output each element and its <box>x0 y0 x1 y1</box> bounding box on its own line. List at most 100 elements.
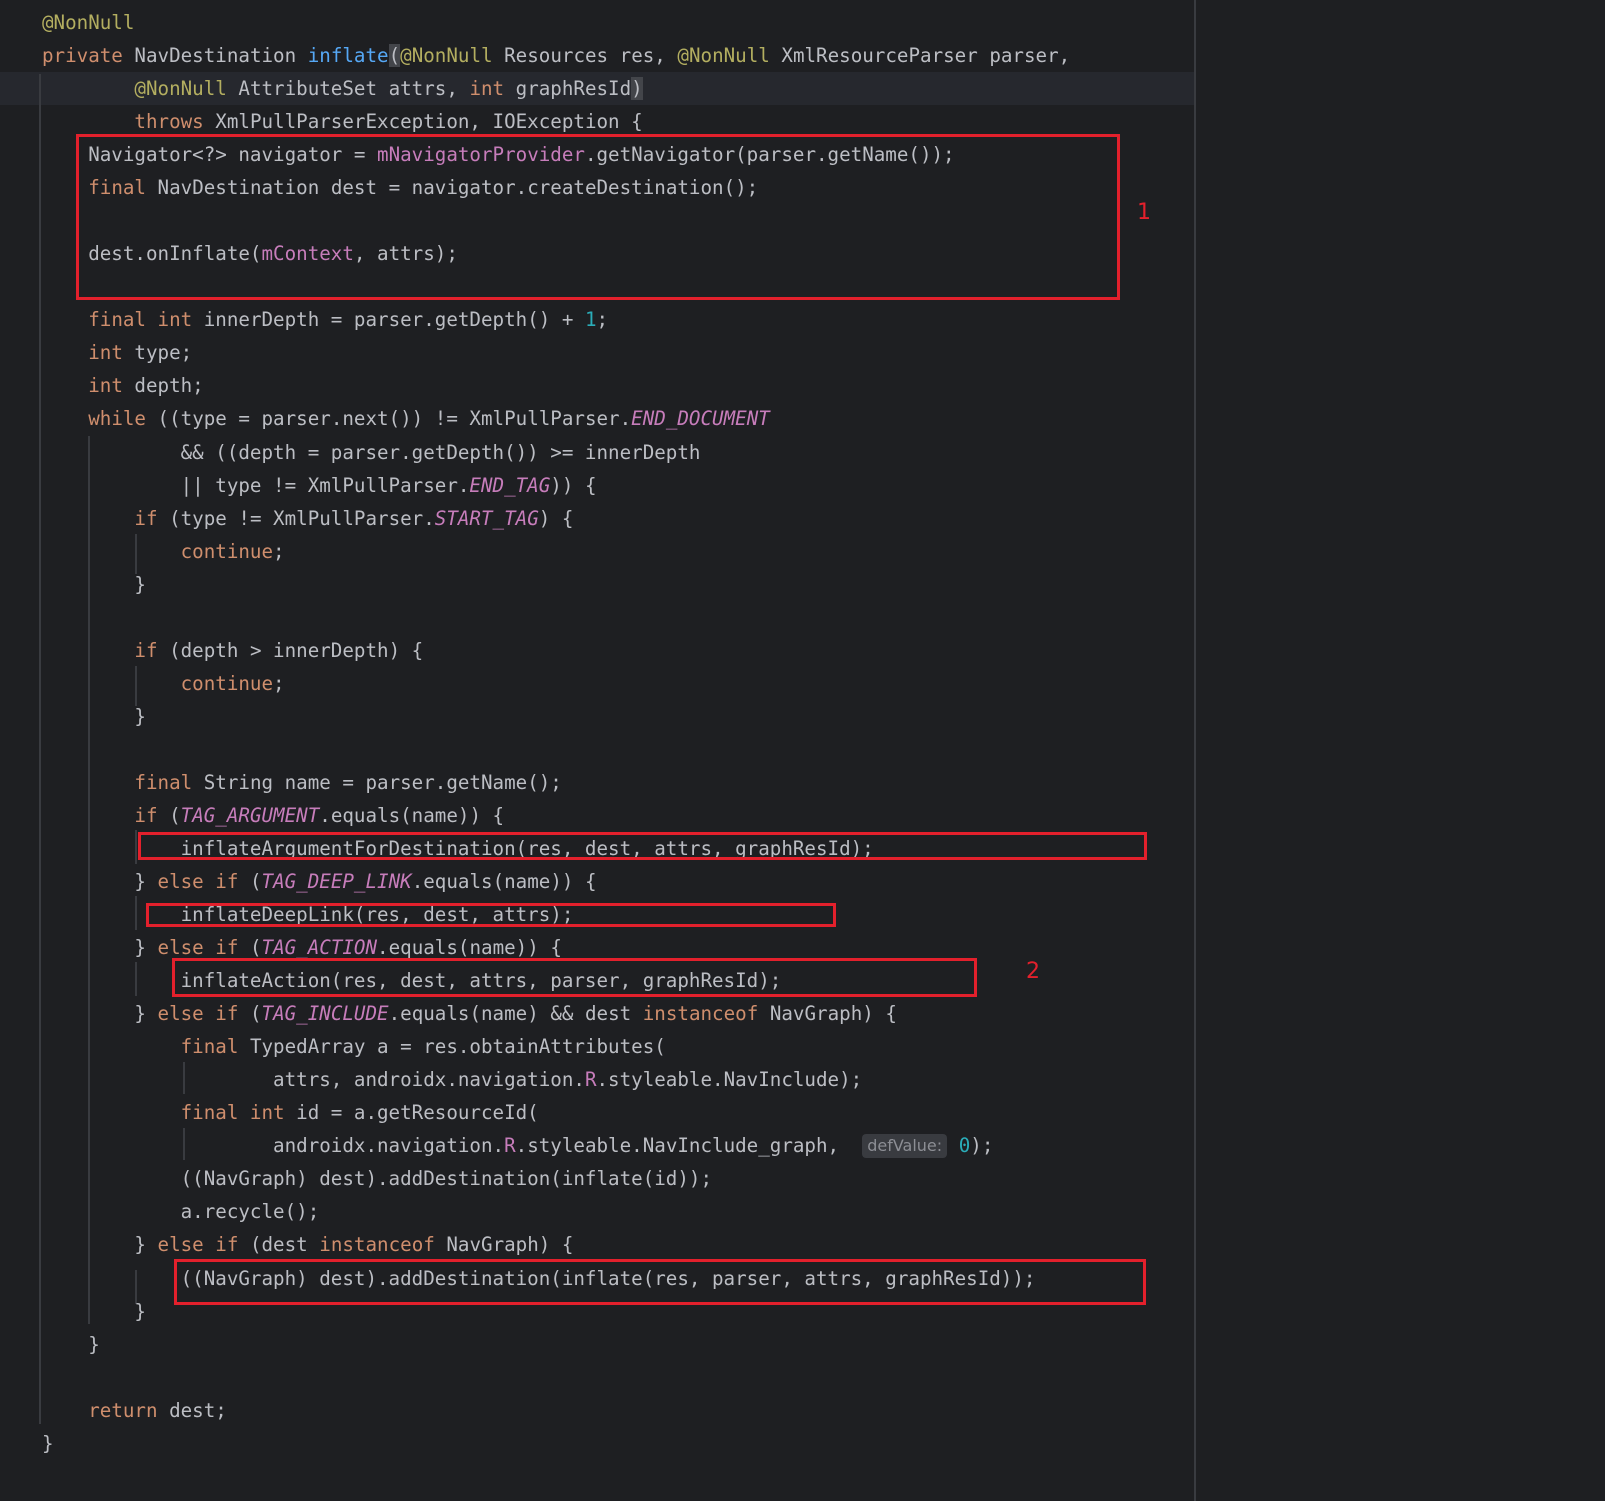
code-line[interactable]: } <box>42 1427 54 1460</box>
code-text: } <box>42 1332 100 1356</box>
code-line[interactable]: return dest; <box>42 1394 227 1427</box>
code-text: ((type = parser.next()) != XmlPullParser… <box>145 407 632 431</box>
code-line[interactable]: } else if (dest instanceof NavGraph) { <box>42 1228 573 1261</box>
code-line[interactable]: } <box>42 700 146 733</box>
code-line[interactable]: final String name = parser.getName(); <box>42 766 562 799</box>
code-text: a.recycle(); <box>42 1200 320 1224</box>
code-line[interactable]: continue; <box>42 667 285 700</box>
keyword: continue <box>180 671 274 695</box>
code-text: XmlPullParserException, IOException { <box>203 110 643 134</box>
code-line[interactable]: if (depth > innerDepth) { <box>42 634 423 667</box>
code-text: (depth > innerDepth) { <box>157 638 424 662</box>
code-line[interactable]: if (TAG_ARGUMENT.equals(name)) { <box>42 799 504 832</box>
matched-brace: ) <box>631 77 643 101</box>
static-field: END_DOCUMENT <box>631 407 770 431</box>
code-line[interactable]: } <box>42 1295 146 1328</box>
code-text: (dest <box>238 1233 320 1257</box>
code-text: } <box>42 1233 158 1257</box>
static-field: TAG_INCLUDE <box>261 1002 389 1026</box>
code-text: dest; <box>157 1398 227 1422</box>
code-text: } <box>42 1431 54 1455</box>
annotation-label-1: 1 <box>1137 200 1151 225</box>
keyword: else if <box>157 1002 239 1026</box>
code-text: ; <box>273 539 285 563</box>
code-text: && ((depth = parser.getDepth()) >= inner… <box>42 440 701 464</box>
code-text: id = a.getResourceId( <box>284 1101 539 1125</box>
code-line[interactable]: while ((type = parser.next()) != XmlPull… <box>42 402 770 435</box>
code-line[interactable]: || type != XmlPullParser.END_TAG)) { <box>42 469 597 502</box>
code-text: ; <box>273 671 285 695</box>
code-text: NavGraph) { <box>758 1002 897 1026</box>
code-line[interactable]: final int innerDepth = parser.getDepth()… <box>42 303 608 336</box>
parameter-hint: defValue: <box>862 1134 948 1159</box>
code-line[interactable]: } else if (TAG_DEEP_LINK.equals(name)) { <box>42 865 597 898</box>
code-text: TypedArray a = res.obtainAttributes( <box>238 1035 666 1059</box>
code-text: XmlResourceParser parser, <box>769 44 1071 68</box>
next-line-cut-off <box>0 1488 1194 1501</box>
code-text: String name = parser.getName(); <box>192 770 562 794</box>
code-line[interactable]: && ((depth = parser.getDepth()) >= inner… <box>42 436 701 469</box>
code-line[interactable]: } <box>42 1328 100 1361</box>
code-text: AttributeSet attrs, <box>226 77 470 101</box>
code-line[interactable]: } else if (TAG_INCLUDE.equals(name) && d… <box>42 997 897 1030</box>
code-text: )) { <box>550 473 597 497</box>
static-field: END_TAG <box>469 473 551 497</box>
code-line[interactable]: attrs, androidx.navigation.R.styleable.N… <box>42 1063 862 1096</box>
annotation: @NonNull <box>400 44 493 68</box>
static-field: START_TAG <box>434 506 539 530</box>
annotation-box-deep-link <box>146 903 836 927</box>
code-editor[interactable]: @NonNull private NavDestination inflate(@… <box>0 0 1605 1501</box>
static-field: TAG_ARGUMENT <box>180 803 320 827</box>
annotation: @NonNull <box>134 77 227 101</box>
code-text: ( <box>238 870 262 894</box>
code-line[interactable]: int type; <box>42 336 192 369</box>
code-text: .equals(name)) { <box>411 870 597 894</box>
keyword: return <box>88 1398 158 1422</box>
code-text: type; <box>122 341 193 365</box>
code-text: } <box>42 1002 158 1026</box>
code-text: .styleable.NavInclude_graph, <box>515 1134 863 1158</box>
code-text: } <box>42 870 158 894</box>
keyword: final <box>180 1035 239 1059</box>
annotation-box-1 <box>76 134 1120 300</box>
code-text: ; <box>596 308 609 332</box>
code-text: NavDestination <box>122 44 308 68</box>
static-field: TAG_DEEP_LINK <box>261 870 412 894</box>
code-text: ) { <box>538 506 574 530</box>
annotation-box-action <box>172 958 977 997</box>
field: R <box>584 1068 597 1092</box>
matched-brace: ( <box>388 44 401 68</box>
annotation-box-argument <box>138 832 1147 860</box>
code-text: ( <box>157 803 181 827</box>
code-line[interactable]: androidx.navigation.R.styleable.NavInclu… <box>42 1129 993 1162</box>
code-line[interactable]: } <box>42 568 146 601</box>
code-line[interactable]: final TypedArray a = res.obtainAttribute… <box>42 1030 666 1063</box>
code-text: (type != XmlPullParser. <box>157 506 435 530</box>
code-text: androidx.navigation. <box>42 1134 505 1158</box>
code-text: attrs, androidx.navigation. <box>42 1068 585 1092</box>
annotation: @NonNull <box>42 11 135 34</box>
code-line[interactable]: ((NavGraph) dest).addDestination(inflate… <box>42 1162 712 1195</box>
code-line[interactable]: continue; <box>42 535 285 568</box>
code-line[interactable]: a.recycle(); <box>42 1195 320 1228</box>
keyword: if <box>134 506 158 530</box>
code-line[interactable]: @NonNull <box>42 6 134 39</box>
code-text: } <box>42 1299 146 1323</box>
code-line[interactable]: if (type != XmlPullParser.START_TAG) { <box>42 502 573 535</box>
keyword: private <box>42 44 123 68</box>
code-line[interactable]: private NavDestination inflate(@NonNull … <box>42 39 1070 72</box>
code-line[interactable]: @NonNull AttributeSet attrs, int graphRe… <box>42 72 643 105</box>
code-line[interactable]: final int id = a.getResourceId( <box>42 1096 539 1129</box>
code-line[interactable]: int depth; <box>42 369 204 402</box>
